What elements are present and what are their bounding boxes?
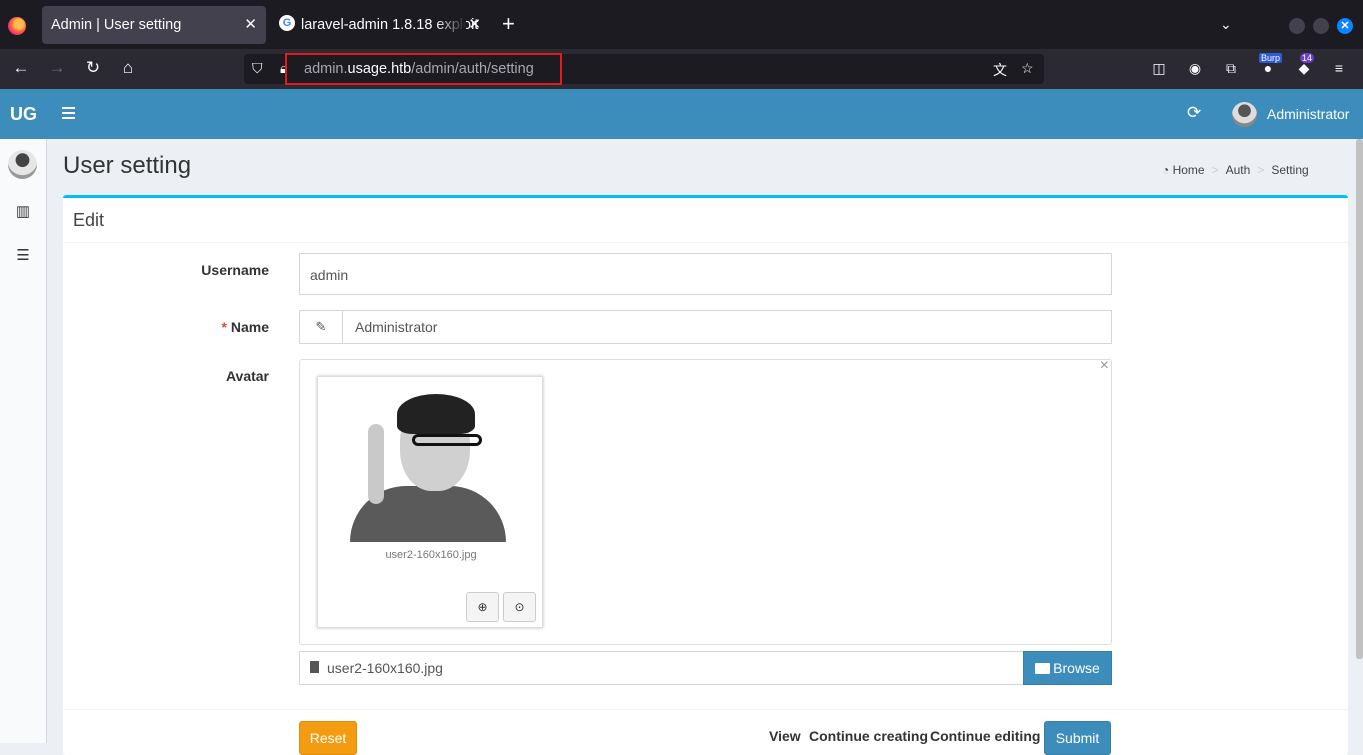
avatar-preview-zone: × user2-160x160.jpg ⊕ ⊙ bbox=[299, 357, 1112, 645]
sidebar-avatar bbox=[8, 150, 37, 179]
list-icon[interactable]: ☰ bbox=[13, 246, 33, 264]
bar-chart-icon[interactable]: ▥ bbox=[13, 202, 33, 220]
firefox-icon bbox=[8, 17, 26, 35]
maximize-window-button[interactable] bbox=[1313, 18, 1329, 34]
box-title: Edit bbox=[73, 210, 105, 230]
file-path-value: user2-160x160.jpg bbox=[327, 660, 443, 676]
reload-icon[interactable]: ↻ bbox=[83, 58, 103, 78]
bookmark-star-icon[interactable]: ☆ bbox=[1021, 60, 1034, 77]
pocket-icon[interactable]: ◫ bbox=[1150, 59, 1168, 77]
chevron-down-icon[interactable]: ⌄ bbox=[1220, 16, 1232, 33]
close-window-button[interactable]: ✕ bbox=[1337, 18, 1353, 34]
file-path-input[interactable]: user2-160x160.jpg bbox=[299, 651, 1024, 685]
breadcrumb-setting: Setting bbox=[1271, 163, 1309, 177]
continue-editing-option[interactable]: Continue editing bbox=[930, 728, 1040, 744]
close-tab-icon[interactable]: ✕ bbox=[468, 6, 481, 44]
avatar-preview-card: user2-160x160.jpg ⊕ ⊙ bbox=[317, 376, 543, 628]
edit-form-box: Edit Username admin * Name ✎ Administrat… bbox=[63, 195, 1348, 755]
download-icon[interactable]: ⊕ bbox=[466, 592, 499, 622]
extension-globe-icon[interactable]: ◉ bbox=[1186, 59, 1204, 77]
extension-count-badge: 14 bbox=[1300, 53, 1315, 63]
sidebar-toggle-icon[interactable] bbox=[62, 107, 75, 119]
url-bar[interactable]: ⛉ 🔒︎ admin.usage.htb/admin/auth/setting … bbox=[244, 53, 1044, 85]
translate-icon[interactable]: 文 bbox=[993, 60, 1007, 80]
google-icon: G bbox=[279, 15, 295, 32]
pencil-icon: ✎ bbox=[300, 311, 343, 343]
shield-icon[interactable]: ⛉ bbox=[252, 60, 263, 77]
dashboard-icon: ◔ bbox=[1162, 163, 1170, 177]
avatar-label: Avatar bbox=[225, 368, 269, 384]
username-field[interactable]: admin bbox=[299, 253, 1112, 295]
view-option[interactable]: View bbox=[769, 728, 801, 744]
sidebar: ▥ ☰ bbox=[0, 139, 47, 743]
user-menu-name[interactable]: Administrator bbox=[1267, 106, 1349, 122]
submit-button[interactable]: Submit bbox=[1044, 721, 1111, 755]
close-icon[interactable]: × bbox=[1100, 357, 1109, 375]
tab-laravel-admin-exploit[interactable]: Glaravel-admin 1.8.18 exploit ✕ bbox=[270, 6, 490, 44]
home-icon[interactable]: ⌂ bbox=[118, 58, 138, 78]
burp-badge: Burp bbox=[1259, 53, 1283, 63]
back-arrow-icon[interactable]: ← bbox=[11, 58, 31, 78]
breadcrumb-auth[interactable]: Auth bbox=[1226, 163, 1251, 177]
tab-admin-user-setting[interactable]: Admin | User setting ✕ bbox=[42, 6, 266, 44]
browser-tab-bar: Admin | User setting ✕ Glaravel-admin 1.… bbox=[0, 0, 1363, 49]
extensions-puzzle-icon[interactable]: ⧉ bbox=[1222, 59, 1240, 77]
refresh-icon[interactable]: ⟳ bbox=[1187, 103, 1201, 123]
username-label: Username bbox=[201, 262, 269, 278]
avatar-image bbox=[350, 386, 506, 542]
url-highlight-box bbox=[285, 53, 562, 85]
name-label: * Name bbox=[221, 319, 269, 335]
menu-icon[interactable]: ≡ bbox=[1330, 59, 1348, 77]
name-field[interactable]: ✎ Administrator bbox=[299, 310, 1112, 344]
app-header: UG ⟳ Administrator bbox=[0, 89, 1363, 139]
zoom-in-icon[interactable]: ⊙ bbox=[503, 592, 536, 622]
tab-title: Admin | User setting bbox=[51, 17, 182, 33]
file-icon bbox=[310, 661, 319, 673]
name-field-value[interactable]: Administrator bbox=[355, 319, 437, 335]
folder-open-icon bbox=[1035, 663, 1051, 674]
reset-button[interactable]: Reset bbox=[299, 721, 357, 755]
breadcrumb-home[interactable]: Home bbox=[1173, 163, 1205, 177]
page-scrollbar[interactable] bbox=[1356, 139, 1363, 659]
page-title: User setting bbox=[63, 152, 192, 179]
minimize-window-button[interactable] bbox=[1289, 18, 1305, 34]
continue-creating-option[interactable]: Continue creating bbox=[809, 728, 928, 744]
avatar-filename: user2-160x160.jpg bbox=[385, 549, 477, 561]
browse-button[interactable]: Browse bbox=[1023, 651, 1112, 685]
avatar[interactable] bbox=[1232, 102, 1257, 127]
close-tab-icon[interactable]: ✕ bbox=[244, 6, 257, 44]
new-tab-icon[interactable]: + bbox=[502, 13, 515, 35]
breadcrumb: ◔ Home > Auth > Setting bbox=[1162, 163, 1309, 177]
browser-nav-bar: ← → ↻ ⌂ ⛉ 🔒︎ admin.usage.htb/admin/auth/… bbox=[0, 49, 1363, 89]
forward-arrow-icon[interactable]: → bbox=[47, 58, 67, 78]
app-logo[interactable]: UG bbox=[0, 89, 47, 139]
